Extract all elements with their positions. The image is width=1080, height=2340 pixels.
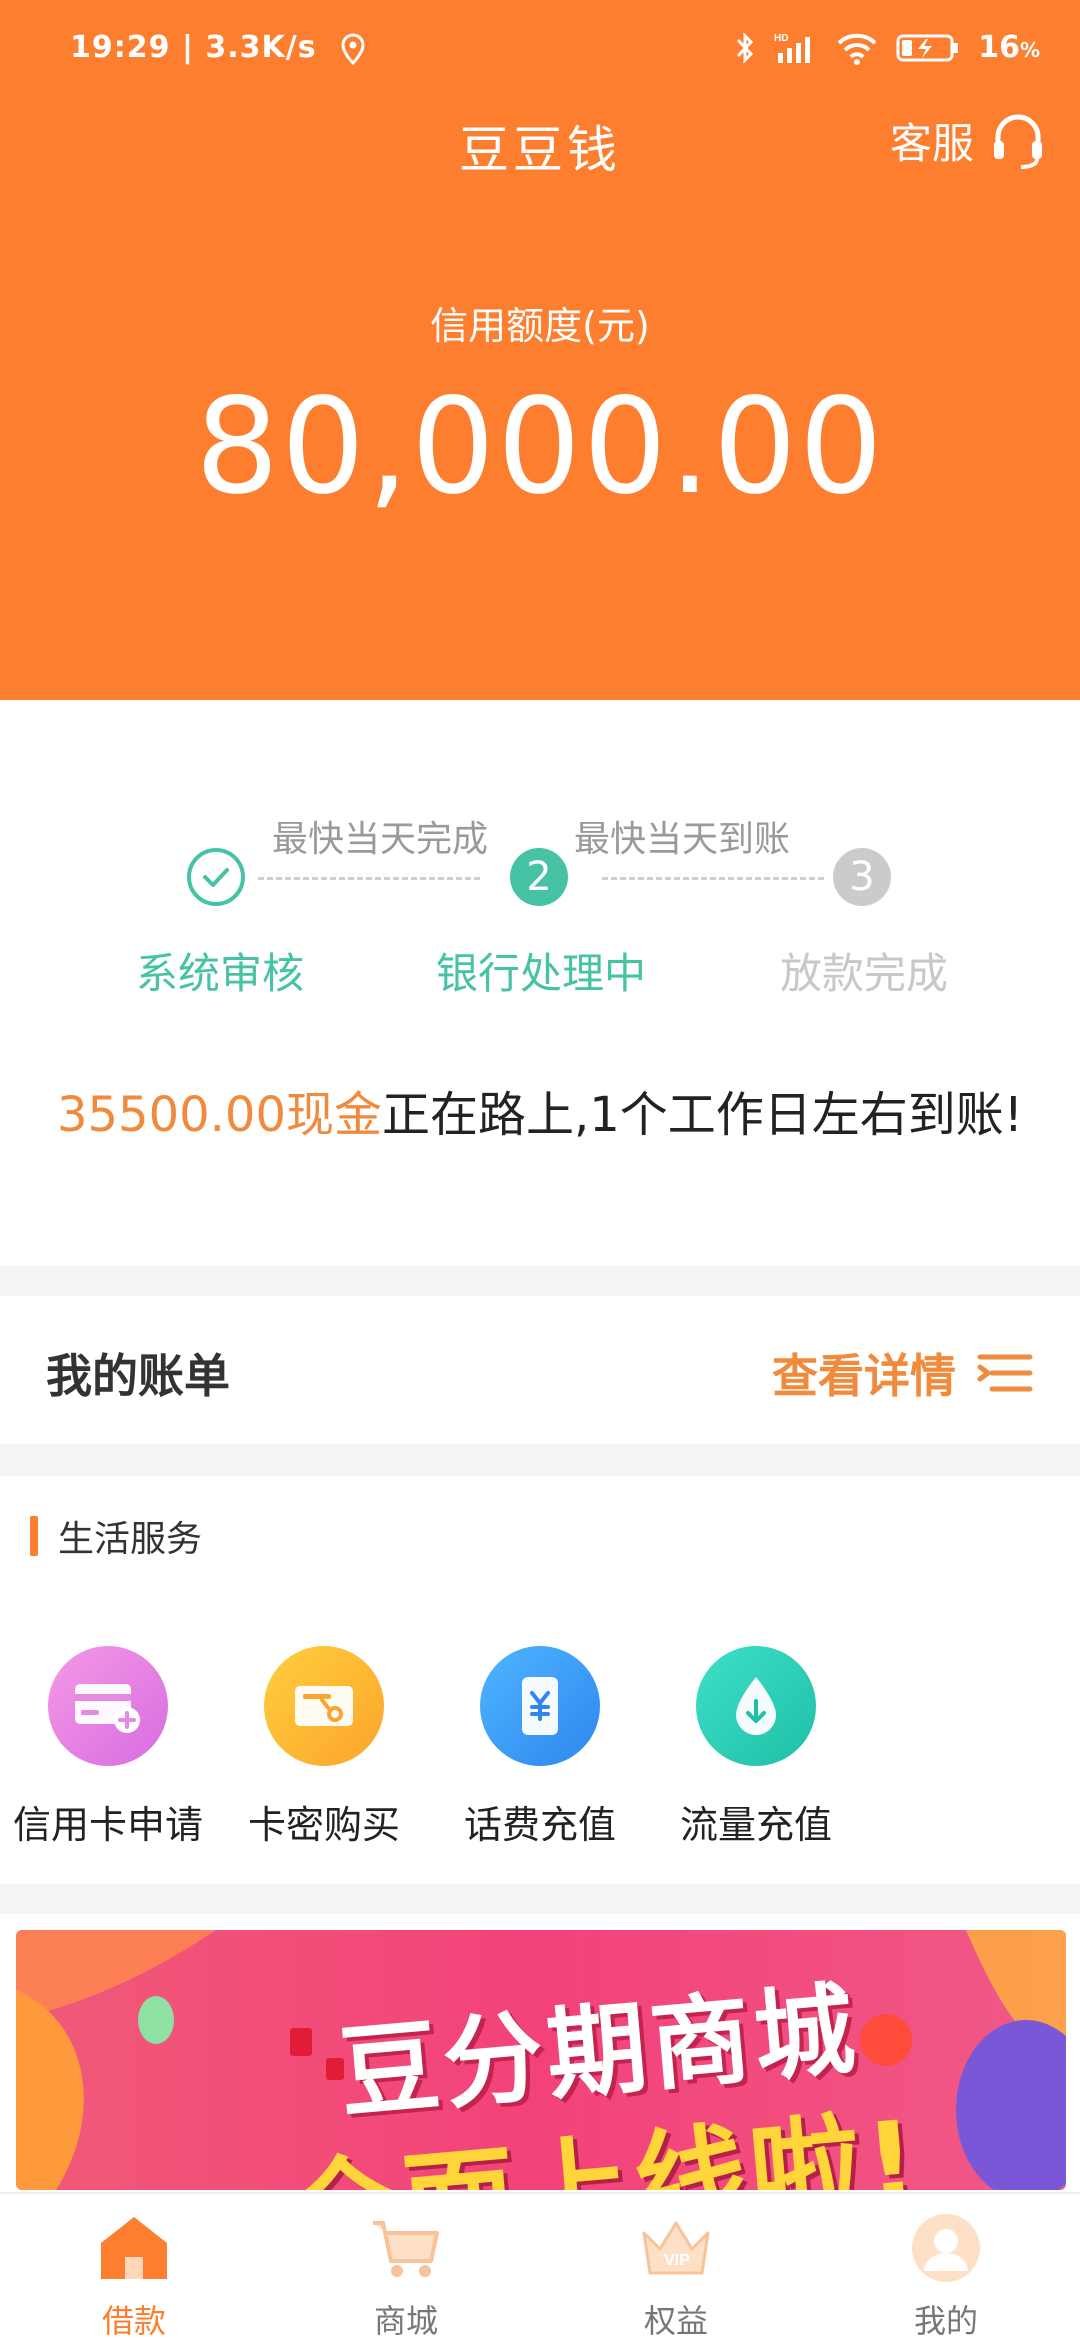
section-divider bbox=[0, 1266, 1080, 1296]
battery-icon bbox=[896, 34, 959, 61]
step-2-label: 银行处理中 bbox=[436, 949, 647, 998]
header: 19:29 | 3.3K/s HD 16% 豆豆钱 客服 信用额度(元) 80,… bbox=[0, 0, 1080, 700]
step-1-done-indicator bbox=[187, 848, 245, 906]
step-3-indicator: 3 bbox=[833, 848, 891, 906]
loan-notice: 35500.00现金正在路上,1个工作日左右到账! bbox=[0, 1075, 1080, 1145]
battery-unit: % bbox=[1019, 38, 1040, 62]
status-bar: 19:29 | 3.3K/s HD 16% bbox=[0, 0, 1080, 100]
bottom-nav: 借款 商城 VIP 权益 我的 bbox=[0, 2192, 1080, 2340]
step-1-label: 系统审核 bbox=[136, 949, 305, 998]
service-label: 话费充值 bbox=[463, 1803, 616, 1847]
battery-percent: 16 bbox=[978, 30, 1020, 65]
life-services-title: 生活服务 bbox=[58, 1519, 203, 1560]
step-connector-1 bbox=[258, 877, 480, 880]
status-right: HD 16% bbox=[734, 30, 1040, 65]
status-speed: 3.3K/s bbox=[205, 30, 317, 65]
hd-signal-icon: HD bbox=[774, 33, 811, 63]
bill-title: 我的账单 bbox=[46, 1349, 230, 1403]
list-icon bbox=[977, 1354, 1033, 1392]
svg-text:VIP: VIP bbox=[664, 2252, 690, 2269]
loan-progress: 最快当天完成 最快当天到账 2 3 系统审核 银行处理中 放款完成 35500.… bbox=[0, 700, 1080, 1260]
nav-label: 商城 bbox=[373, 2302, 438, 2340]
yuan-phone-icon bbox=[480, 1646, 600, 1766]
nav-label: 借款 bbox=[101, 2302, 166, 2340]
status-separator: | bbox=[181, 30, 206, 65]
app-screen: 19:29 | 3.3K/s HD 16% 豆豆钱 客服 信用额度(元) 80,… bbox=[0, 0, 1080, 2340]
service-phone-topup[interactable]: 话费充值 bbox=[432, 1646, 648, 1849]
customer-service-button[interactable]: 客服 bbox=[890, 110, 1046, 171]
section-accent-bar bbox=[30, 1516, 38, 1556]
service-credit-card[interactable]: 信用卡申请 bbox=[0, 1646, 216, 1849]
battery-level: 16% bbox=[978, 30, 1040, 65]
svg-text:HD: HD bbox=[774, 33, 788, 44]
step-connector-2 bbox=[602, 877, 824, 880]
view-details-label: 查看详情 bbox=[772, 1349, 956, 1403]
nav-item-loan[interactable]: 借款 bbox=[54, 2208, 214, 2340]
home-icon bbox=[94, 2208, 174, 2288]
bill-row[interactable]: 我的账单 查看详情 bbox=[0, 1296, 1080, 1444]
bluetooth-icon bbox=[737, 31, 754, 64]
nav-item-benefits[interactable]: VIP 权益 bbox=[596, 2208, 756, 2340]
notice-amount: 35500.00现金 bbox=[56, 1087, 382, 1143]
nav-item-mall[interactable]: 商城 bbox=[326, 2208, 486, 2340]
life-services-header: 生活服务 bbox=[30, 1510, 202, 1562]
view-details-button[interactable]: 查看详情 bbox=[772, 1340, 1034, 1406]
life-services: 生活服务 信用卡申请 卡密购买 话费充值 流量充值 bbox=[0, 1476, 1080, 1884]
section-divider-2 bbox=[0, 1444, 1080, 1476]
step-hint-2: 最快当天到账 bbox=[574, 819, 791, 860]
vip-crown-icon: VIP bbox=[636, 2208, 716, 2288]
status-left: 19:29 | 3.3K/s bbox=[70, 30, 366, 65]
service-label: 信用卡申请 bbox=[12, 1803, 203, 1847]
nav-label: 我的 bbox=[913, 2302, 978, 2340]
headset-icon bbox=[994, 114, 1042, 169]
data-drop-icon bbox=[696, 1646, 816, 1766]
promo-banner[interactable]: 豆分期商城 全面上线啦! bbox=[16, 1930, 1066, 2190]
status-time: 19:29 bbox=[70, 30, 171, 65]
service-data-topup[interactable]: 流量充值 bbox=[648, 1646, 864, 1849]
service-label: 流量充值 bbox=[679, 1803, 832, 1847]
step-2-indicator: 2 bbox=[510, 848, 568, 906]
wifi-icon bbox=[837, 33, 877, 65]
credit-limit-label: 信用额度(元) bbox=[430, 304, 650, 348]
step-3-label: 放款完成 bbox=[780, 949, 949, 998]
check-icon bbox=[203, 868, 229, 887]
location-icon bbox=[341, 32, 365, 65]
service-card-key[interactable]: 卡密购买 bbox=[216, 1646, 432, 1849]
nav-label: 权益 bbox=[643, 2302, 708, 2340]
customer-service-label: 客服 bbox=[889, 119, 974, 168]
credit-limit-amount: 80,000.00 bbox=[195, 370, 885, 524]
credit-card-icon bbox=[48, 1646, 168, 1766]
nav-item-mine[interactable]: 我的 bbox=[866, 2208, 1026, 2340]
section-divider-3 bbox=[0, 1884, 1080, 1914]
card-key-icon bbox=[264, 1646, 384, 1766]
step-hint-1: 最快当天完成 bbox=[272, 819, 489, 860]
service-label: 卡密购买 bbox=[247, 1803, 400, 1847]
avatar-icon bbox=[906, 2208, 986, 2288]
cart-icon bbox=[366, 2208, 446, 2288]
notice-text: 正在路上,1个工作日左右到账! bbox=[382, 1087, 1024, 1143]
